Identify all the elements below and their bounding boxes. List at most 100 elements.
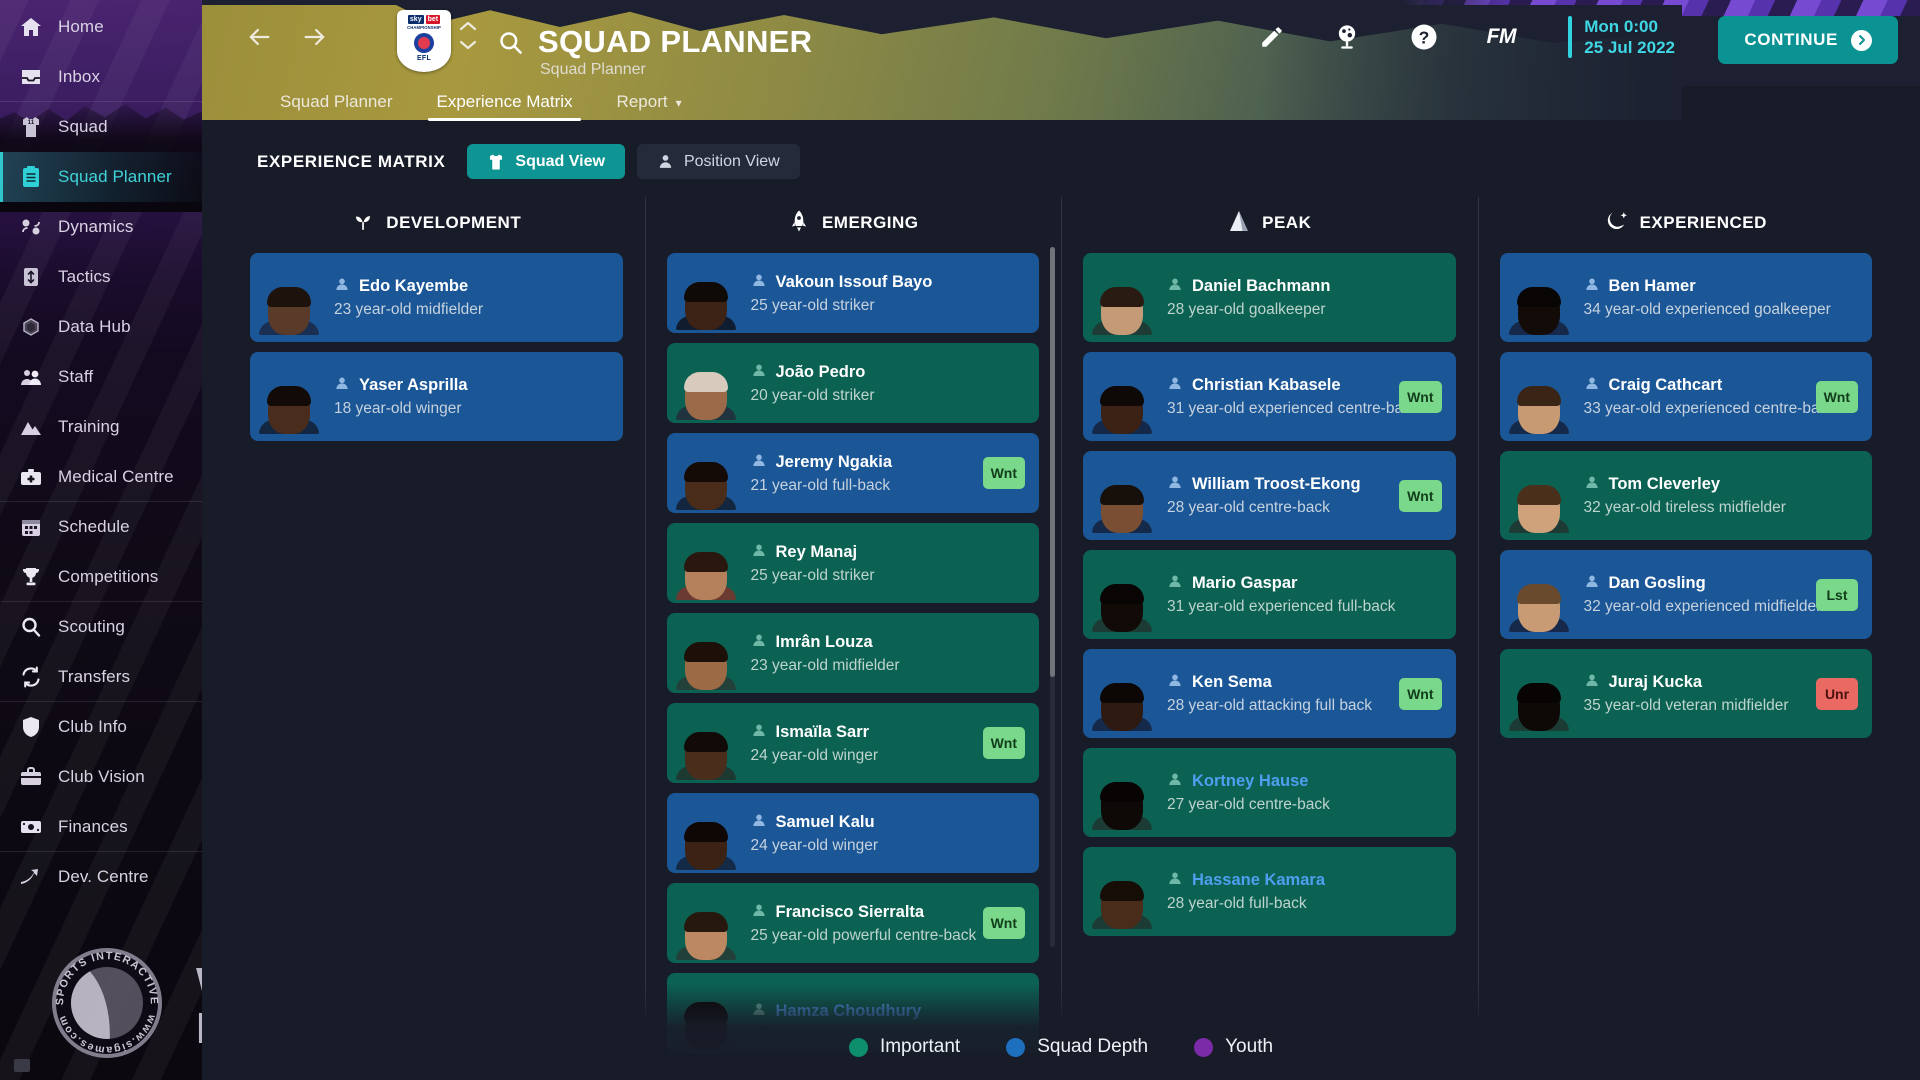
tab-experience-matrix[interactable]: Experience Matrix [414, 82, 594, 125]
pencil-icon[interactable] [1259, 24, 1285, 50]
help-icon[interactable]: ? [1409, 22, 1439, 52]
sidebar-item-club-vision[interactable]: Club Vision [0, 752, 202, 802]
player-name[interactable]: Kortney Hause [1192, 772, 1308, 791]
tab-squad-planner[interactable]: Squad Planner [258, 82, 414, 125]
status-badge[interactable]: Wnt [1399, 380, 1442, 413]
sidebar-item-squad[interactable]: 11 Squad [0, 102, 202, 152]
player-name[interactable]: Samuel Kalu [776, 813, 875, 832]
player-card[interactable]: Craig Cathcart 33 year-old experienced ce… [1499, 352, 1872, 441]
player-card[interactable]: Christian Kabasele 31 year-old experience… [1083, 352, 1456, 441]
player-name[interactable]: Tom Cleverley [1609, 475, 1721, 494]
chevron-down-icon[interactable] [458, 39, 478, 51]
tab-report[interactable]: Report ▾ [595, 82, 704, 125]
status-badge[interactable]: Wnt [1399, 677, 1442, 710]
player-card[interactable]: Vakoun Issouf Bayo 25 year-old striker [666, 253, 1039, 333]
player-card[interactable]: Imrân Louza 23 year-old midfielder [666, 613, 1039, 693]
player-name[interactable]: Imrân Louza [776, 633, 873, 652]
sidebar-item-data-hub[interactable]: Data Hub [0, 302, 202, 352]
player-name[interactable]: Craig Cathcart [1609, 376, 1723, 395]
continue-label: CONTINUE [1744, 30, 1838, 49]
player-name[interactable]: Francisco Sierralta [776, 903, 925, 922]
sidebar-item-home[interactable]: Home [0, 2, 202, 52]
status-badge[interactable]: Wnt [982, 457, 1025, 489]
status-badge[interactable]: Wnt [982, 907, 1025, 939]
player-card[interactable]: Yaser Asprilla 18 year-old winger [250, 352, 623, 441]
sidebar-item-dynamics[interactable]: Dynamics [0, 202, 202, 252]
status-badge[interactable]: Wnt [1399, 479, 1442, 512]
player-name[interactable]: Mario Gaspar [1192, 574, 1297, 593]
player-name[interactable]: William Troost-Ekong [1192, 475, 1361, 494]
player-card[interactable]: Hassane Kamara 28 year-old full-back [1083, 847, 1456, 936]
player-card[interactable]: William Troost-Ekong 28 year-old centre-b… [1083, 451, 1456, 540]
player-name[interactable]: Hassane Kamara [1192, 871, 1325, 890]
column-scrollbar[interactable] [1050, 247, 1055, 947]
sidebar-item-dev-centre[interactable]: Dev. Centre [0, 852, 202, 902]
game-date-display: Mon 0:00 25 Jul 2022 [1568, 16, 1675, 59]
player-name[interactable]: Jeremy Ngakia [776, 453, 893, 472]
player-name[interactable]: Yaser Asprilla [359, 376, 468, 395]
chevron-down-icon[interactable]: ▾ [676, 96, 682, 110]
chevron-up-icon[interactable] [458, 20, 478, 32]
sidebar-item-medical-centre[interactable]: Medical Centre [0, 452, 202, 502]
sidebar-item-tactics[interactable]: Tactics [0, 252, 202, 302]
player-card[interactable]: Samuel Kalu 24 year-old winger [666, 793, 1039, 873]
club-competition-badge[interactable]: sky bet CHAMPIONSHIP EFL [397, 10, 451, 72]
status-badge[interactable]: Lst [1816, 578, 1858, 611]
player-card[interactable]: Edo Kayembe 23 year-old midfielder [250, 253, 623, 342]
sidebar-item-club-info[interactable]: Club Info [0, 702, 202, 752]
sidebar-item-training[interactable]: Training [0, 402, 202, 452]
legend-item: Squad Depth [1006, 1036, 1148, 1058]
player-card[interactable]: Ismaïla Sarr 24 year-old winger Wnt [666, 703, 1039, 783]
player-card[interactable]: João Pedro 20 year-old striker [666, 343, 1039, 423]
player-card[interactable]: Rey Manaj 25 year-old striker [666, 523, 1039, 603]
player-name[interactable]: Ismaïla Sarr [776, 723, 870, 742]
status-badge[interactable]: Unr [1816, 677, 1858, 710]
player-card[interactable]: Tom Cleverley 32 year-old tireless midfie… [1499, 451, 1872, 540]
back-arrow-icon[interactable] [244, 22, 274, 52]
status-badge[interactable]: Wnt [1815, 380, 1858, 413]
squad-view-toggle[interactable]: Squad View [467, 144, 625, 179]
sidebar-item-competitions[interactable]: Competitions [0, 552, 202, 602]
player-name[interactable]: Rey Manaj [776, 543, 858, 562]
player-name[interactable]: Daniel Bachmann [1192, 277, 1330, 296]
player-name[interactable]: Hamza Choudhury [776, 1002, 922, 1021]
player-portrait [1091, 459, 1153, 533]
person-icon [1584, 573, 1600, 594]
player-card[interactable]: Daniel Bachmann 28 year-old goalkeeper [1083, 253, 1456, 342]
player-card[interactable]: Juraj Kucka 35 year-old veteran midfielde… [1499, 649, 1872, 738]
player-card-list: Vakoun Issouf Bayo 25 year-old striker Joã… [666, 253, 1039, 1053]
player-name[interactable]: Dan Gosling [1609, 574, 1706, 593]
player-card[interactable]: Mario Gaspar 31 year-old experienced full… [1083, 550, 1456, 639]
player-name[interactable]: Edo Kayembe [359, 277, 468, 296]
fm-logo[interactable]: FM [1487, 25, 1517, 49]
player-name[interactable]: Vakoun Issouf Bayo [776, 273, 933, 292]
sidebar-item-scouting[interactable]: Scouting [0, 602, 202, 652]
team-switcher[interactable] [458, 20, 478, 51]
player-name[interactable]: Juraj Kucka [1609, 673, 1703, 692]
sidebar-item-inbox[interactable]: Inbox [0, 52, 202, 102]
player-card[interactable]: Dan Gosling 32 year-old experienced midfi… [1499, 550, 1872, 639]
forward-arrow-icon[interactable] [300, 22, 330, 52]
sidebar-item-finances[interactable]: Finances [0, 802, 202, 852]
player-card[interactable]: Francisco Sierralta 25 year-old powerful … [666, 883, 1039, 963]
continue-button[interactable]: CONTINUE [1718, 16, 1898, 64]
search-icon[interactable] [497, 29, 524, 56]
column-header: PEAK [1083, 203, 1456, 243]
player-card[interactable]: Jeremy Ngakia 21 year-old full-back Wnt [666, 433, 1039, 513]
sidebar-item-label: Competitions [58, 567, 159, 586]
sidebar-item-transfers[interactable]: Transfers [0, 652, 202, 702]
player-card[interactable]: Kortney Hause 27 year-old centre-back [1083, 748, 1456, 837]
player-card[interactable]: Ken Sema 28 year-old attacking full back W… [1083, 649, 1456, 738]
sidebar-item-staff[interactable]: Staff [0, 352, 202, 402]
sidebar-item-schedule[interactable]: Schedule [0, 502, 202, 552]
globe-icon[interactable] [1333, 23, 1361, 51]
sidebar-item-squad-planner[interactable]: Squad Planner [0, 152, 202, 202]
position-view-toggle[interactable]: Position View [636, 144, 800, 179]
player-card[interactable]: Ben Hamer 34 year-old experienced goalkee… [1499, 253, 1872, 342]
player-name[interactable]: Ken Sema [1192, 673, 1272, 692]
status-badge[interactable]: Wnt [982, 727, 1025, 759]
player-name[interactable]: Christian Kabasele [1192, 376, 1341, 395]
player-name[interactable]: João Pedro [776, 363, 866, 382]
scrollbar-thumb[interactable] [1050, 247, 1055, 677]
player-name[interactable]: Ben Hamer [1609, 277, 1696, 296]
